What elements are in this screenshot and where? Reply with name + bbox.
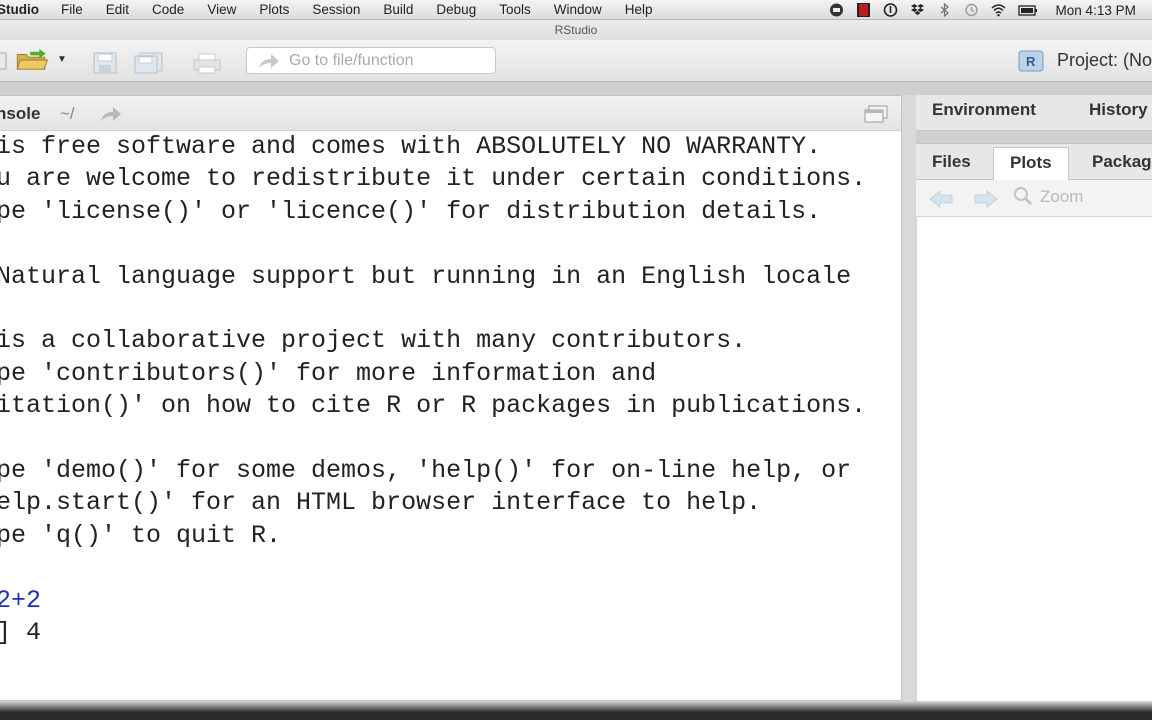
project-menu[interactable]: R Project: (No [1018, 47, 1152, 74]
console-output-line: Natural language support but running in … [0, 261, 852, 291]
files-plots-pane: Files Plots Packag Zoom [916, 143, 1152, 702]
window-title: RStudio [0, 20, 1152, 40]
console-pane: nsole ~/ is free software and comes with… [0, 95, 902, 701]
console-output-line: pe 'license()' or 'licence()' for distri… [0, 196, 822, 226]
recording-icon[interactable] [856, 3, 871, 17]
dropbox-icon[interactable] [910, 3, 925, 17]
open-folder-dropdown-icon[interactable]: ▼ [57, 54, 67, 65]
menubar-clock[interactable]: Mon 4:13 PM [1056, 3, 1136, 18]
save-icon[interactable] [93, 52, 117, 74]
save-all-icon[interactable] [134, 52, 164, 74]
plot-viewer-area [916, 217, 1152, 702]
zoom-label: Zoom [1040, 187, 1084, 206]
console-output-line: pe 'q()' to quit R. [0, 520, 282, 550]
console-output-line: ] 4 [0, 618, 42, 647]
status-icons: Mon 4:13 PM ○ [829, 0, 1152, 19]
console-output-line: is a collaborative project with many con… [0, 326, 747, 356]
project-label: Project: (No [1056, 50, 1152, 70]
go-to-directory-icon[interactable] [99, 105, 123, 123]
r-project-icon: R [1018, 50, 1044, 72]
menu-tools[interactable]: Tools [499, 2, 531, 17]
tab-plots[interactable]: Plots [993, 147, 1069, 180]
console-working-directory: ~/ [60, 104, 75, 123]
tab-files[interactable]: Files [916, 147, 987, 181]
zoom-magnifier-icon [1014, 187, 1033, 206]
bluetooth-icon[interactable] [937, 3, 952, 17]
console-output-line: pe 'demo()' for some demos, 'help()' for… [0, 456, 852, 485]
console-output-line: itation()' on how to cite R or R package… [0, 391, 867, 421]
maximize-pane-icon[interactable] [863, 105, 889, 123]
menu-plots[interactable]: Plots [259, 2, 289, 17]
tab-packages[interactable]: Packag [1076, 147, 1152, 181]
zoom-button[interactable]: Zoom [1014, 187, 1084, 207]
tab-environment[interactable]: Environment [916, 95, 1052, 129]
svg-text:R: R [1026, 54, 1036, 69]
menu-session[interactable]: Session [312, 2, 360, 17]
console-header: nsole ~/ [0, 96, 901, 131]
next-plot-icon[interactable] [973, 190, 999, 208]
console-title: nsole [0, 104, 41, 123]
main-toolbar: ▼ [0, 40, 1152, 82]
pane-splitter[interactable] [902, 95, 916, 701]
console-output-line: is free software and comes with ABSOLUTE… [0, 132, 822, 161]
new-file-icon[interactable] [0, 50, 8, 72]
messages-icon[interactable] [829, 3, 844, 17]
open-folder-icon[interactable] [14, 49, 50, 71]
plots-toolbar: Zoom [916, 180, 1152, 217]
wifi-icon[interactable] [991, 3, 1006, 17]
battery-icon[interactable] [1017, 3, 1038, 17]
dock-edge [0, 701, 1152, 720]
console-output-line: pe 'contributors()' for more information… [0, 358, 657, 388]
menu-window[interactable]: Window [554, 2, 602, 17]
menu-file[interactable]: File [61, 2, 83, 17]
goto-arrow-icon [259, 54, 279, 68]
menu-build[interactable]: Build [383, 2, 413, 17]
console-input-line: 2+2 [0, 585, 42, 615]
info-icon[interactable] [883, 3, 898, 17]
goto-placeholder: Go to file/function [289, 52, 414, 69]
print-icon[interactable] [192, 52, 222, 74]
previous-plot-icon[interactable] [928, 190, 954, 208]
console-output-line: elp.start()' for an HTML browser interfa… [0, 488, 762, 518]
menu-debug[interactable]: Debug [436, 2, 476, 17]
menu-code[interactable]: Code [152, 2, 184, 17]
tab-history[interactable]: History [1073, 95, 1152, 129]
menu-help[interactable]: Help [625, 2, 653, 17]
console-output[interactable]: is free software and comes with ABSOLUTE… [0, 132, 900, 700]
goto-file-function-input[interactable]: Go to file/function [246, 47, 496, 74]
console-output-line: u are welcome to redistribute it under c… [0, 164, 867, 194]
menu-bar: Studio File Edit Code View Plots Session… [0, 0, 1152, 20]
environment-pane-tabs: Environment History [916, 95, 1152, 131]
files-pane-tabs: Files Plots Packag [916, 144, 1152, 180]
menu-view[interactable]: View [207, 2, 236, 17]
menu-app-name[interactable]: Studio [0, 2, 39, 17]
menu-edit[interactable]: Edit [106, 2, 129, 17]
time-machine-icon[interactable] [964, 3, 979, 17]
